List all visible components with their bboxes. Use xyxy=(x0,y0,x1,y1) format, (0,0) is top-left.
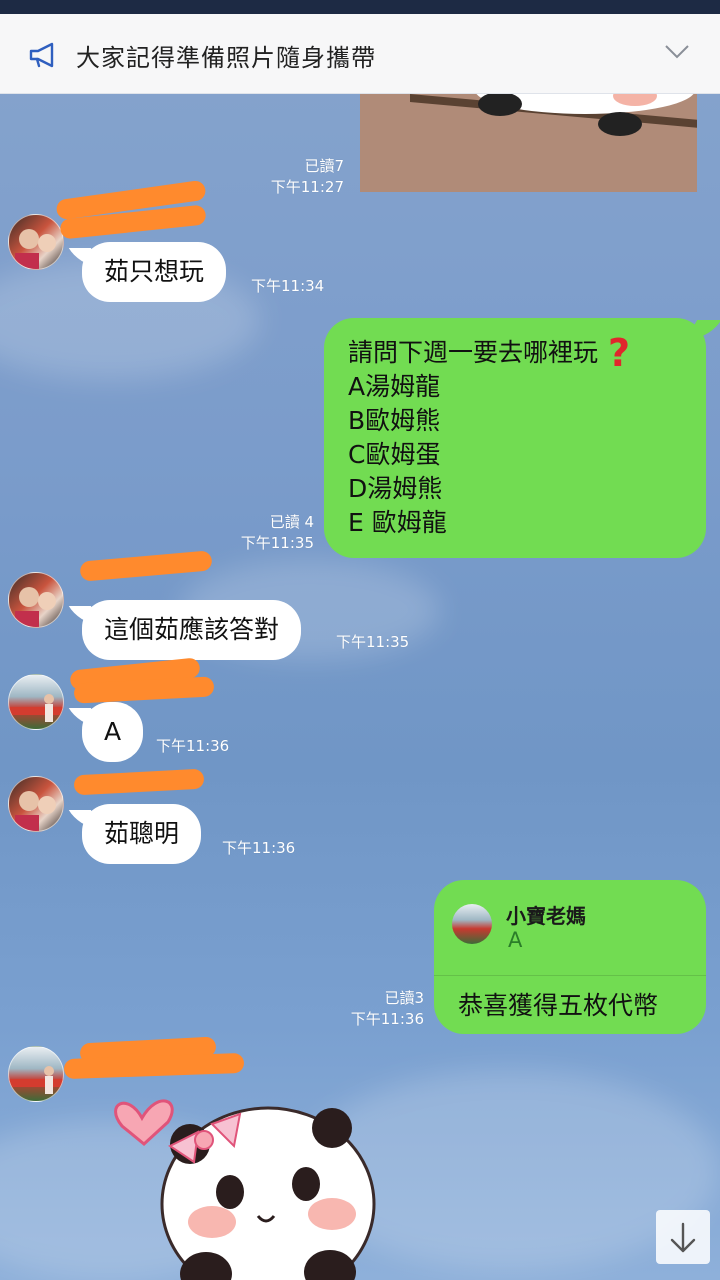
reply-text: 恭喜獲得五枚代幣 xyxy=(458,991,659,1020)
option-e: E 歐姆龍 xyxy=(348,508,447,537)
question-text: 請問下週一要去哪裡玩 xyxy=(348,338,599,367)
timestamp: 下午11:35 xyxy=(336,633,410,651)
message-bubble[interactable]: 茹只想玩 xyxy=(82,242,227,302)
message-bubble[interactable]: 這個茹應該答對 xyxy=(82,600,302,660)
read-count: 已讀 4 xyxy=(269,513,314,531)
timestamp: 下午11:36 xyxy=(350,1010,424,1028)
avatar-photo xyxy=(9,694,63,722)
redaction-scribble xyxy=(73,768,205,796)
redaction-scribble xyxy=(79,550,213,582)
message-meta: 已讀 4 下午11:35 xyxy=(222,512,314,554)
panda-sticker[interactable] xyxy=(110,1084,400,1280)
timestamp: 下午11:35 xyxy=(240,534,314,552)
avatar[interactable] xyxy=(8,674,64,730)
message-bubble[interactable]: A xyxy=(82,702,144,762)
scroll-to-bottom-button[interactable] xyxy=(656,1210,710,1264)
avatar[interactable] xyxy=(8,214,64,270)
timestamp: 下午11:27 xyxy=(270,178,344,196)
avatar-photo xyxy=(15,587,56,627)
avatar[interactable] xyxy=(8,1046,64,1102)
question-title: 請問下週一要去哪裡玩? xyxy=(348,331,682,375)
sticker-message-cropped[interactable] xyxy=(360,94,697,192)
status-bar xyxy=(0,0,720,14)
avatar-photo xyxy=(15,791,56,831)
option-a: A湯姆龍 xyxy=(348,372,441,401)
avatar-photo xyxy=(9,1066,63,1094)
reply-avatar xyxy=(452,904,492,944)
message-bubble[interactable]: 茹聰明 xyxy=(82,804,202,864)
announcement-bar[interactable]: 大家記得準備照片隨身攜帶 xyxy=(0,14,720,94)
red-question-mark-icon: ? xyxy=(608,331,631,375)
chat-screen: 大家記得準備照片隨身攜帶 已讀7 下午11:27 茹只想玩 下午11:34 請問… xyxy=(0,0,720,1280)
read-count: 已讀3 xyxy=(384,989,424,1007)
announcement-text: 大家記得準備照片隨身攜帶 xyxy=(76,44,376,72)
option-c: C歐姆蛋 xyxy=(348,440,441,469)
message-meta: 已讀3 下午11:36 xyxy=(332,988,424,1030)
my-reply-bubble[interactable]: 小寶老媽 A 恭喜獲得五枚代幣 xyxy=(434,880,706,1034)
option-b: B歐姆熊 xyxy=(348,406,441,435)
arrow-down-icon xyxy=(670,1222,696,1253)
avatar-photo xyxy=(15,229,56,269)
avatar[interactable] xyxy=(8,572,64,628)
message-meta: 已讀7 下午11:27 xyxy=(252,156,344,198)
reply-author: 小寶老媽 xyxy=(506,904,586,928)
avatar[interactable] xyxy=(8,776,64,832)
option-d: D湯姆熊 xyxy=(348,474,443,503)
megaphone-icon xyxy=(29,42,54,68)
timestamp: 下午11:34 xyxy=(251,277,325,295)
my-message-bubble[interactable]: 請問下週一要去哪裡玩? A湯姆龍 B歐姆熊 C歐姆蛋 D湯姆熊 E 歐姆龍 xyxy=(324,318,706,558)
reply-preview[interactable]: 小寶老媽 A xyxy=(434,880,706,976)
chevron-down-icon[interactable] xyxy=(664,44,690,60)
timestamp: 下午11:36 xyxy=(156,737,230,755)
read-count: 已讀7 xyxy=(304,157,344,175)
panda-sticker-image xyxy=(410,94,697,136)
timestamp: 下午11:36 xyxy=(222,839,296,857)
reply-quote: A xyxy=(508,928,523,952)
